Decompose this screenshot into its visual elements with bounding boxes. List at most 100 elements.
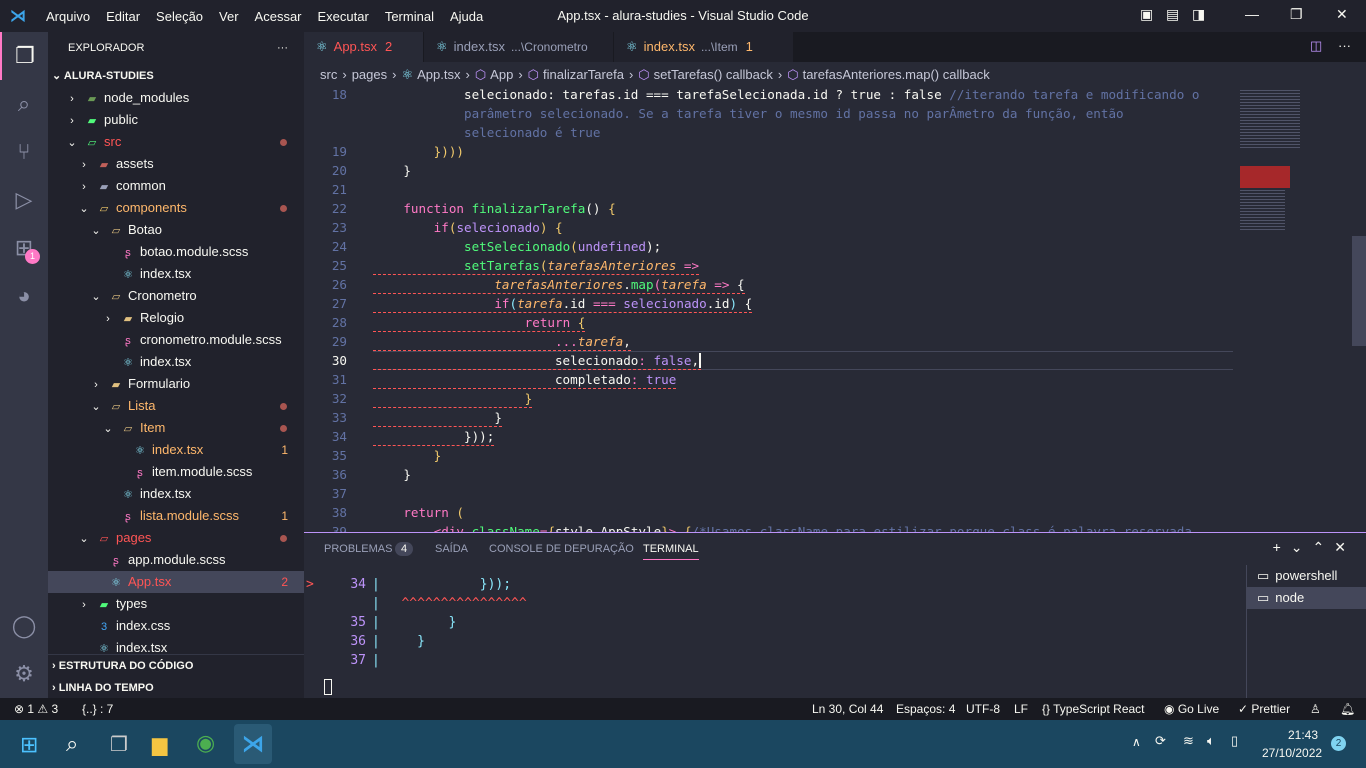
code-line[interactable]: } — [373, 465, 411, 484]
tree-item[interactable]: › ▰ Relogio — [48, 307, 304, 329]
go-live-button[interactable]: ◉ Go Live — [1164, 698, 1219, 720]
code-line[interactable]: } — [373, 408, 502, 427]
editor-tab[interactable]: ⚛ index.tsx ...\Cronometro — [424, 32, 614, 62]
menu-seleção[interactable]: Seleção — [156, 9, 203, 24]
code-line[interactable]: selecionado é true — [373, 123, 600, 142]
code-line[interactable]: ...tarefa, — [373, 332, 631, 351]
source-control-icon[interactable]: ⑂ — [0, 128, 48, 176]
tree-item[interactable]: ⚛ index.tsx — [48, 483, 304, 505]
panel-toggle-icon[interactable]: ▤ — [1166, 6, 1179, 23]
code-line[interactable]: }))) — [373, 142, 464, 161]
code-line[interactable]: if(tarefa.id === selecionado.id) { — [373, 294, 753, 313]
workspace-root[interactable]: ⌄ ALURA-STUDIES — [48, 65, 304, 87]
tree-item[interactable]: ʂ cronometro.module.scss — [48, 329, 304, 351]
code-line[interactable]: completado: true — [373, 370, 677, 389]
clock-date[interactable]: 27/10/2022 — [1262, 746, 1322, 760]
menu-executar[interactable]: Executar — [318, 9, 369, 24]
close-button[interactable]: ✕ — [1336, 6, 1348, 23]
code-line[interactable]: } — [373, 446, 442, 465]
terminal-output[interactable]: >34 | })); | ^^^^^^^^^^^^^^^^ 35 | } 36 | } 37 | — [306, 575, 527, 670]
code-line[interactable]: if(selecionado) { — [373, 218, 563, 237]
tray-overflow-icon[interactable]: ∧ — [1132, 735, 1141, 749]
problems-status[interactable]: ⊗ 1 ⚠ 3 — [14, 698, 58, 720]
outline-section[interactable]: › ESTRUTURA DO CÓDIGO — [48, 655, 304, 677]
editor-tab[interactable]: ⚛ index.tsx ...\Item 1 — [614, 32, 794, 62]
start-button-icon[interactable]: ⊞ — [20, 732, 38, 758]
sidebar-toggle-icon[interactable]: ◨ — [1192, 6, 1205, 23]
code-line[interactable]: })); — [373, 427, 495, 446]
extensions-icon[interactable]: ⊞ 1 — [0, 224, 48, 272]
code-line[interactable]: } — [373, 161, 411, 180]
restore-button[interactable]: ❐ — [1290, 6, 1303, 23]
settings-gear-icon[interactable]: ⚙ — [0, 650, 48, 698]
panel-actions[interactable]: +⌄⌃✕ — [1273, 539, 1356, 556]
tree-item[interactable]: ⌄ ▱ components — [48, 197, 304, 219]
file-explorer-icon[interactable]: ▆ — [152, 732, 167, 757]
close-panel-icon[interactable]: ✕ — [1334, 539, 1356, 555]
menu-arquivo[interactable]: Arquivo — [46, 9, 90, 24]
run-debug-icon[interactable]: ▷ — [0, 176, 48, 224]
menu-terminal[interactable]: Terminal — [385, 9, 434, 24]
tree-item[interactable]: › ▰ common — [48, 175, 304, 197]
task-view-icon[interactable]: ❐ — [110, 732, 128, 757]
end-of-line[interactable]: LF — [1014, 698, 1028, 720]
terminal-instance[interactable]: ▭ node — [1247, 587, 1366, 609]
search-icon[interactable]: ⌕ — [0, 80, 48, 128]
tree-item[interactable]: ⚛ index.tsx — [48, 351, 304, 373]
code-editor[interactable]: 18 selecionado: tarefas.id === tarefaSel… — [304, 80, 1234, 532]
menu-ajuda[interactable]: Ajuda — [450, 9, 483, 24]
more-actions-icon[interactable]: ··· — [1338, 38, 1351, 53]
tree-item[interactable]: ⚛ App.tsx 2 — [48, 571, 304, 593]
tree-item[interactable]: › ▰ Formulario — [48, 373, 304, 395]
code-line[interactable]: function finalizarTarefa() { — [373, 199, 615, 218]
code-line[interactable]: return { — [373, 313, 586, 332]
tree-item[interactable]: › ▰ types — [48, 593, 304, 615]
code-line[interactable]: setSelecionado(undefined); — [373, 237, 661, 256]
tree-item[interactable]: ʂ app.module.scss — [48, 549, 304, 571]
language-mode[interactable]: {} TypeScript React — [1042, 698, 1145, 720]
tree-item[interactable]: ⌄ ▱ pages — [48, 527, 304, 549]
notifications-bell-icon[interactable]: 🔔︎ — [1340, 698, 1355, 720]
timeline-section[interactable]: › LINHA DO TEMPO — [48, 677, 304, 699]
tree-item[interactable]: › ▰ public — [48, 109, 304, 131]
tree-item[interactable]: ʂ item.module.scss — [48, 461, 304, 483]
tree-item[interactable]: ⌄ ▱ src — [48, 131, 304, 153]
tree-item[interactable]: ⌄ ▱ Cronometro — [48, 285, 304, 307]
panel-tab[interactable]: CONSOLE DE DEPURAÇÃO — [489, 543, 634, 555]
clock-time[interactable]: 21:43 — [1288, 728, 1318, 742]
account-icon[interactable]: ◯ — [0, 602, 48, 650]
panel-tab[interactable]: TERMINAL — [643, 543, 699, 560]
layout-icon[interactable]: ▣ — [1140, 6, 1153, 23]
braces-status[interactable]: {..} : 7 — [82, 698, 113, 720]
battery-icon[interactable]: ▯ — [1231, 733, 1238, 749]
prettier-status[interactable]: ✓ Prettier — [1238, 698, 1290, 720]
maximize-panel-icon[interactable]: ⌃ — [1313, 539, 1335, 555]
encoding[interactable]: UTF-8 — [966, 698, 1000, 720]
editor-tab[interactable]: ⚛ App.tsx 2 — [304, 32, 424, 62]
split-editor-icon[interactable]: ◫ — [1310, 38, 1322, 54]
vscode-taskbar-icon[interactable]: ⋊ — [234, 724, 272, 764]
indentation[interactable]: Espaços: 4 — [896, 698, 955, 720]
volume-icon[interactable]: 🔈︎ — [1207, 733, 1215, 749]
notification-badge[interactable]: 2 — [1331, 736, 1346, 751]
explorer-icon[interactable]: ❐ — [0, 32, 48, 80]
tree-item[interactable]: ʂ lista.module.scss 1 — [48, 505, 304, 527]
sync-icon[interactable]: ⟳ — [1155, 733, 1166, 749]
panel-tab[interactable]: SAÍDA — [435, 543, 468, 555]
minimize-button[interactable]: — — [1245, 6, 1259, 22]
tree-item[interactable]: › ▰ node_modules — [48, 87, 304, 109]
code-line[interactable]: <div className={style.AppStyle}> {/*Usam… — [373, 522, 1192, 532]
minimap[interactable] — [1234, 80, 1366, 532]
editor-scrollbar[interactable] — [1352, 236, 1366, 346]
more-actions-button[interactable]: ··· — [277, 32, 288, 65]
code-line[interactable]: tarefasAnteriores.map(tarefa => { — [373, 275, 745, 294]
tree-item[interactable]: 3 index.css — [48, 615, 304, 637]
code-line[interactable]: selecionado: tarefas.id === tarefaSeleci… — [373, 85, 1199, 104]
tree-item[interactable]: › ▰ assets — [48, 153, 304, 175]
code-line[interactable]: selecionado: false, — [373, 351, 702, 370]
chrome-icon[interactable]: ◉ — [196, 730, 215, 756]
panel-tab[interactable]: PROBLEMAS — [324, 543, 392, 555]
menu-acessar[interactable]: Acessar — [255, 9, 302, 24]
terminal-instance[interactable]: ▭ powershell — [1247, 565, 1366, 587]
wifi-icon[interactable]: ≋ — [1183, 733, 1194, 749]
